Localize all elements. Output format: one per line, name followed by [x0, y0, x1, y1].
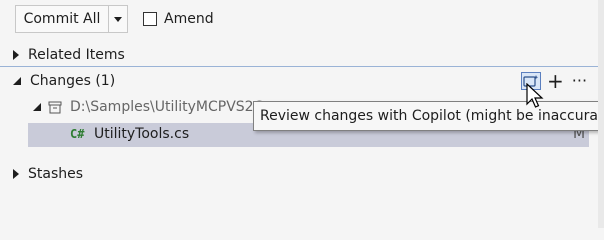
- repo-path-label: D:\Samples\UtilityMCPVS2C: [70, 99, 264, 115]
- commit-all-split-button[interactable]: Commit All: [15, 5, 128, 33]
- copilot-review-tooltip: Review changes with Copilot (might be in…: [253, 101, 604, 131]
- git-changes-panel: Commit All Amend Related Items Changes (…: [0, 0, 604, 228]
- vertical-scrollbar[interactable]: [598, 0, 604, 228]
- related-items-header[interactable]: Related Items: [13, 47, 125, 63]
- stashes-header[interactable]: Stashes: [13, 166, 83, 182]
- collapse-arrow-icon[interactable]: [13, 77, 21, 85]
- amend-checkbox-group[interactable]: Amend: [143, 11, 214, 27]
- repository-icon: [48, 101, 62, 113]
- more-options-icon[interactable]: ···: [572, 73, 587, 89]
- amend-checkbox[interactable]: [143, 12, 157, 26]
- changes-header[interactable]: Changes (1): [13, 73, 115, 89]
- csharp-file-icon: C#: [70, 127, 85, 141]
- stage-all-plus-icon[interactable]: +: [547, 71, 564, 91]
- file-name: UtilityTools.cs: [94, 126, 190, 142]
- commit-dropdown-button[interactable]: [109, 6, 127, 32]
- expand-arrow-icon[interactable]: [13, 50, 19, 60]
- commit-all-button[interactable]: Commit All: [16, 6, 109, 32]
- section-divider: [0, 66, 604, 67]
- stashes-label: Stashes: [28, 166, 84, 182]
- mouse-cursor-icon: [526, 83, 544, 108]
- repo-collapse-arrow-icon[interactable]: [33, 103, 41, 111]
- related-items-label: Related Items: [28, 47, 125, 63]
- changes-label: Changes (1): [30, 73, 116, 89]
- amend-label: Amend: [164, 11, 214, 27]
- repo-folder-row[interactable]: D:\Samples\UtilityMCPVS2C: [33, 99, 263, 115]
- chevron-down-icon: [114, 16, 122, 22]
- expand-arrow-icon[interactable]: [13, 169, 19, 179]
